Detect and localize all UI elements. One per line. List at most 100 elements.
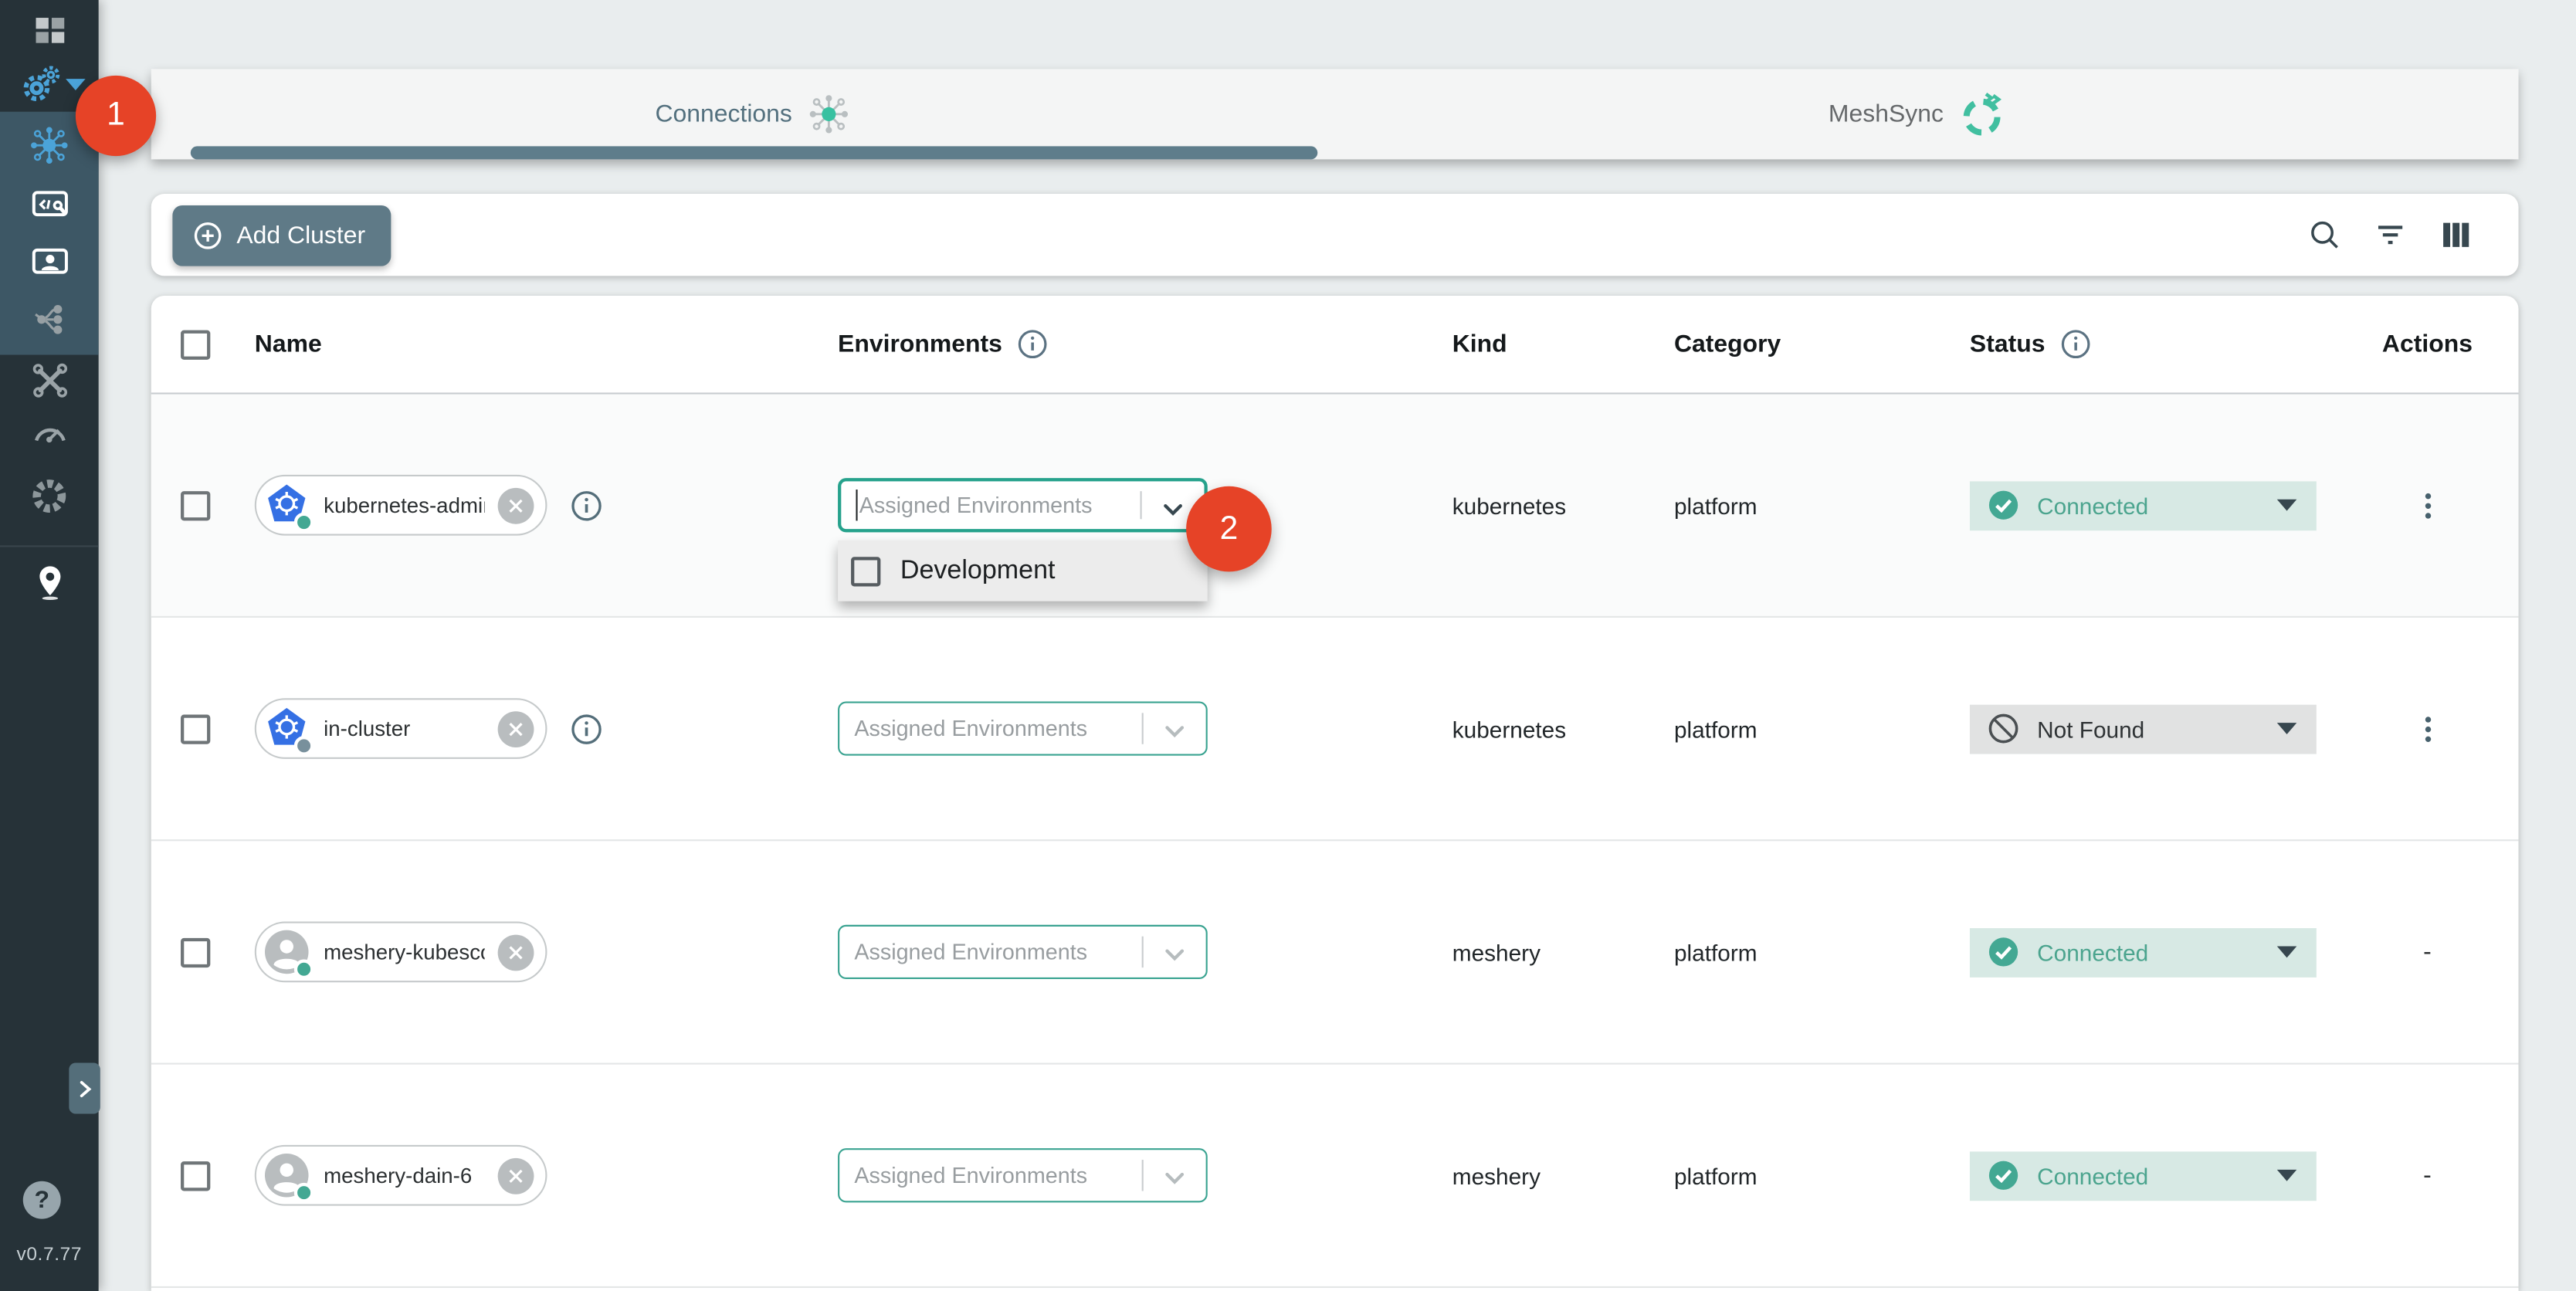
filter-button[interactable] [2371, 215, 2410, 255]
environment-option-label[interactable]: Development [900, 556, 1056, 585]
environments-placeholder: Assigned Environments [854, 717, 1087, 741]
info-icon[interactable] [2058, 327, 2093, 361]
select-divider [1141, 491, 1142, 519]
table-header-row: Name Environments Kind Category Status [151, 296, 2519, 395]
status-dropdown[interactable]: Not Found [1970, 704, 2317, 754]
add-cluster-label: Add Cluster [236, 221, 365, 249]
row-checkbox[interactable] [181, 937, 210, 967]
connection-name: in-cluster [324, 717, 485, 741]
actions-empty: - [2423, 938, 2432, 966]
remove-connection-button[interactable] [498, 487, 534, 524]
kind-value: meshery [1452, 939, 1541, 965]
search-icon [2307, 217, 2343, 253]
sidebar-item-operator[interactable] [28, 240, 70, 283]
version-label: v0.7.77 [0, 1245, 99, 1266]
select-divider [1142, 713, 1144, 744]
connection-chip[interactable]: meshery-dain-6 [255, 1145, 547, 1206]
tour-step-badge-2[interactable]: 2 [1186, 486, 1272, 572]
row-checkbox[interactable] [181, 1161, 210, 1190]
chevron-down-icon[interactable] [1158, 714, 1191, 747]
chevron-right-icon [73, 1077, 97, 1100]
connection-name: kubernetes-admin... [324, 493, 485, 517]
extensions-ring-icon [28, 475, 70, 517]
environment-option-checkbox[interactable] [851, 556, 880, 585]
add-cluster-button[interactable]: Add Cluster [172, 205, 391, 266]
tab-meshsync[interactable]: MeshSync [1317, 69, 2518, 159]
tour-step-badge-1[interactable]: 1 [76, 76, 156, 156]
status-dropdown[interactable]: Connected [1970, 480, 2317, 530]
tab-meshsync-label: MeshSync [1829, 100, 1944, 128]
sidebar-item-lifecycle[interactable] [20, 63, 63, 105]
view-columns-icon [2438, 217, 2474, 253]
sidebar-divider [0, 545, 99, 547]
environments-dropdown-menu: Development [838, 540, 1208, 601]
speedometer-icon [29, 413, 69, 454]
sidebar-item-dashboard[interactable] [28, 8, 70, 51]
help-icon: ? [34, 1186, 49, 1214]
remove-connection-button[interactable] [498, 1157, 534, 1194]
check-circle-icon [1986, 935, 2021, 970]
environments-placeholder: Assigned Environments [859, 493, 1093, 517]
plus-circle-icon [192, 219, 223, 250]
help-button[interactable]: ? [23, 1181, 61, 1219]
sidebar-item-extensions[interactable] [28, 475, 70, 517]
sidebar-item-designs[interactable] [28, 182, 70, 225]
remove-connection-button[interactable] [498, 934, 534, 971]
connection-chip[interactable]: meshery-kubescop... [255, 922, 547, 983]
lifecycle-gears-icon [20, 62, 63, 106]
sidebar-item-workflows[interactable] [28, 297, 70, 340]
sidebar-expand-button[interactable] [69, 1063, 100, 1114]
category-value: platform [1674, 1162, 1757, 1188]
status-label: Connected [2037, 1162, 2148, 1188]
meshery-app: ? v0.7.77 1 2 Connections M [0, 0, 2576, 1291]
assigned-environments-select[interactable]: Assigned Environments [838, 925, 1208, 979]
chevron-down-icon[interactable] [1157, 493, 1190, 526]
view-columns-button[interactable] [2436, 215, 2476, 255]
status-dropdown[interactable]: Connected [1970, 1150, 2317, 1200]
status-dropdown[interactable]: Connected [1970, 927, 2317, 977]
search-button[interactable] [2305, 215, 2344, 255]
connected-dot [294, 1183, 314, 1203]
row-checkbox[interactable] [181, 490, 210, 520]
caret-down-icon [2277, 723, 2297, 734]
row-checkbox[interactable] [181, 713, 210, 743]
caret-down-icon [2277, 1170, 2297, 1181]
kebab-menu-icon [2409, 487, 2446, 524]
assigned-environments-select[interactable]: Assigned Environments [838, 701, 1208, 755]
chevron-down-icon[interactable] [1158, 938, 1191, 971]
table-row: kubernetes-admin... Assigned Envi [151, 395, 2519, 618]
actions-menu-button[interactable] [2336, 710, 2518, 747]
check-circle-icon [1986, 488, 2021, 523]
connection-chip[interactable]: in-cluster [255, 698, 547, 759]
chevron-down-icon[interactable] [66, 79, 86, 90]
code-screen-icon [29, 183, 69, 224]
header-environments: Environments [838, 330, 1002, 358]
info-icon[interactable] [568, 487, 605, 524]
info-icon[interactable] [1015, 327, 1050, 361]
category-value: platform [1674, 939, 1757, 965]
assigned-environments-select[interactable]: Assigned Environments [838, 478, 1208, 532]
sidebar-item-performance[interactable] [28, 412, 70, 455]
badge-1-label: 1 [107, 97, 125, 135]
sidebar-item-connections[interactable] [28, 124, 70, 166]
assigned-environments-select[interactable]: Assigned Environments [838, 1148, 1208, 1202]
sidebar-item-toolkit[interactable] [28, 358, 70, 401]
branch-nodes-icon [29, 298, 69, 339]
remove-connection-button[interactable] [498, 710, 534, 747]
info-icon[interactable] [568, 710, 605, 747]
close-icon [506, 495, 526, 515]
sidebar-item-environment[interactable] [28, 560, 70, 602]
kind-value: kubernetes [1452, 492, 1566, 518]
chevron-down-icon[interactable] [1158, 1161, 1191, 1194]
header-name: Name [255, 330, 322, 358]
dashboard-icon [30, 11, 68, 49]
connection-chip[interactable]: kubernetes-admin... [255, 475, 547, 536]
connection-name: meshery-dain-6 [324, 1163, 485, 1188]
actions-menu-button[interactable] [2336, 487, 2518, 524]
location-pin-icon [29, 561, 69, 602]
header-kind: Kind [1452, 330, 1507, 358]
tab-connections-label: Connections [655, 100, 791, 128]
environments-placeholder: Assigned Environments [854, 1163, 1087, 1188]
text-cursor [856, 490, 857, 520]
select-all-checkbox[interactable] [181, 330, 210, 359]
